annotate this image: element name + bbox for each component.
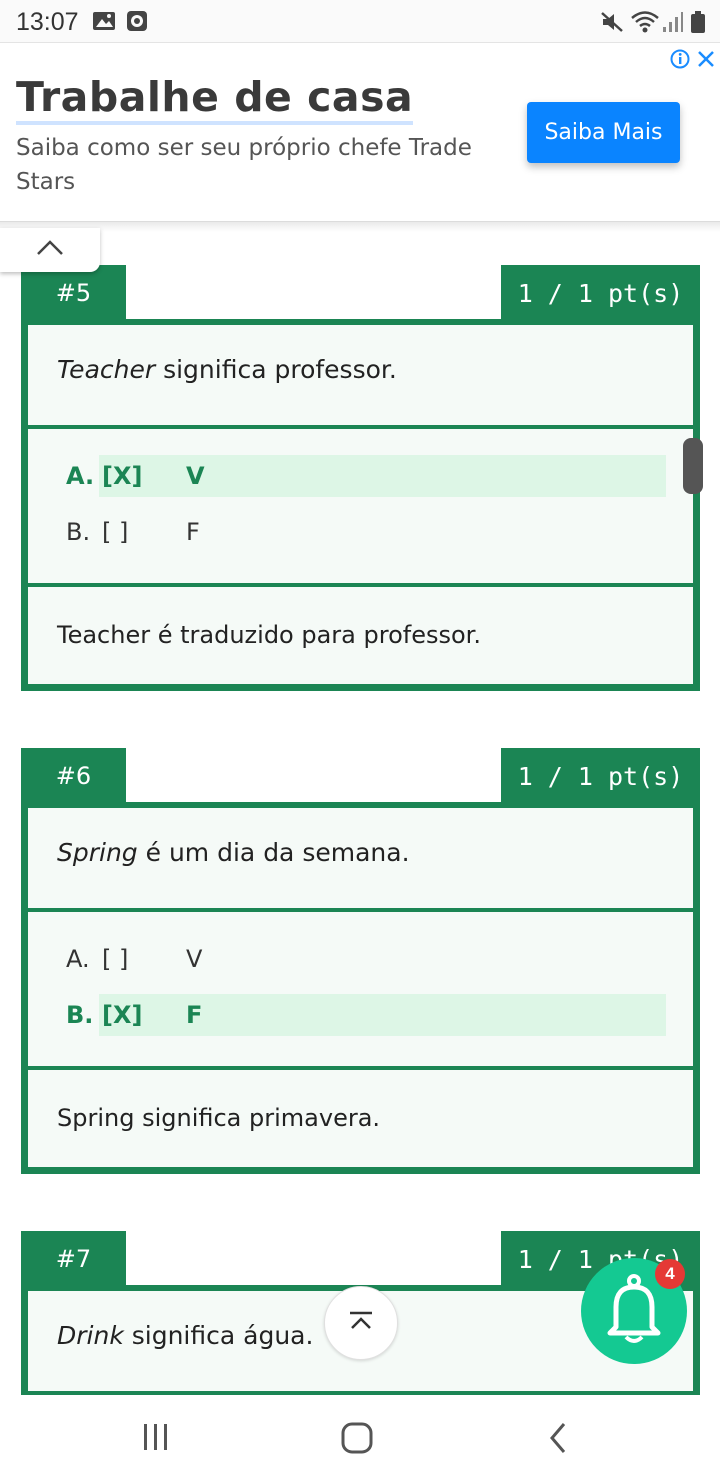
wifi-icon xyxy=(630,10,660,39)
question-points: 1 / 1 pt(s) xyxy=(501,748,700,804)
option-value: F xyxy=(186,1001,203,1029)
ad-cta-button[interactable]: Saiba Mais xyxy=(527,102,680,163)
chevron-up-icon xyxy=(36,239,64,262)
prompt-term: Spring xyxy=(57,838,138,867)
prompt-text: significa água. xyxy=(123,1321,314,1350)
ad-info-icon[interactable] xyxy=(670,49,690,74)
home-icon[interactable] xyxy=(340,1418,374,1463)
question-points: 1 / 1 pt(s) xyxy=(501,265,700,321)
back-icon[interactable] xyxy=(546,1418,570,1463)
collapse-ad-button[interactable] xyxy=(0,228,100,272)
mute-icon xyxy=(600,10,624,39)
option-checkbox: [ ] xyxy=(102,518,129,546)
prompt-term: Drink xyxy=(57,1321,124,1350)
answer-option-selected: A. [X] V xyxy=(66,455,666,497)
answer-option: A. [ ] V xyxy=(66,938,666,980)
option-letter: B. xyxy=(66,518,91,546)
answer-options: A. [X] V B. [ ] F xyxy=(21,429,700,587)
system-nav-bar xyxy=(0,1396,720,1480)
option-checkbox: [X] xyxy=(102,462,143,490)
status-bar: 13:07 xyxy=(0,0,720,44)
status-time: 13:07 xyxy=(16,8,79,36)
chevron-up-bar-icon xyxy=(347,1310,375,1337)
option-value: V xyxy=(186,945,203,973)
notification-count-badge: 4 xyxy=(655,1259,685,1289)
clock-notification-icon xyxy=(126,10,148,37)
gallery-notification-icon xyxy=(92,10,116,37)
option-value: F xyxy=(186,518,200,546)
answer-options: A. [ ] V B. [X] F xyxy=(21,912,700,1070)
answer-explanation: Spring significa primavera. xyxy=(21,1070,700,1174)
option-checkbox: [ ] xyxy=(102,945,129,973)
prompt-text: é um dia da semana. xyxy=(137,838,410,867)
question-card: #6 1 / 1 pt(s) Spring é um dia da semana… xyxy=(21,748,700,1174)
signal-icon xyxy=(662,10,684,39)
ad-banner[interactable]: Trabalhe de casa Saiba como ser seu próp… xyxy=(0,42,720,222)
bell-icon xyxy=(602,1273,666,1350)
question-prompt: Teacher significa professor. xyxy=(21,325,700,429)
ad-title[interactable]: Trabalhe de casa xyxy=(16,73,414,125)
battery-icon xyxy=(690,10,706,39)
option-checkbox: [X] xyxy=(102,1001,143,1029)
option-letter: A. xyxy=(66,462,95,490)
scroll-to-top-button[interactable] xyxy=(324,1286,398,1360)
answer-option: B. [ ] F xyxy=(66,511,666,553)
ad-subtitle[interactable]: Saiba como ser seu próprio chefe Trade S… xyxy=(16,131,516,199)
question-prompt: Spring é um dia da semana. xyxy=(21,808,700,912)
option-value: V xyxy=(186,462,205,490)
option-letter: B. xyxy=(66,1001,94,1029)
answer-explanation: Teacher é traduzido para professor. xyxy=(21,587,700,691)
scrollbar-handle[interactable] xyxy=(683,438,703,494)
question-card: #5 1 / 1 pt(s) Teacher significa profess… xyxy=(21,265,700,691)
prompt-term: Teacher xyxy=(57,355,156,384)
prompt-text: significa professor. xyxy=(155,355,397,384)
question-number: #6 xyxy=(21,748,126,804)
recent-apps-icon[interactable] xyxy=(142,1418,170,1463)
option-letter: A. xyxy=(66,945,90,973)
question-number: #5 xyxy=(21,265,126,321)
question-number: #7 xyxy=(21,1231,126,1287)
ad-divider xyxy=(0,222,720,232)
ad-close-icon[interactable] xyxy=(696,49,716,74)
answer-option-selected: B. [X] F xyxy=(66,994,666,1036)
